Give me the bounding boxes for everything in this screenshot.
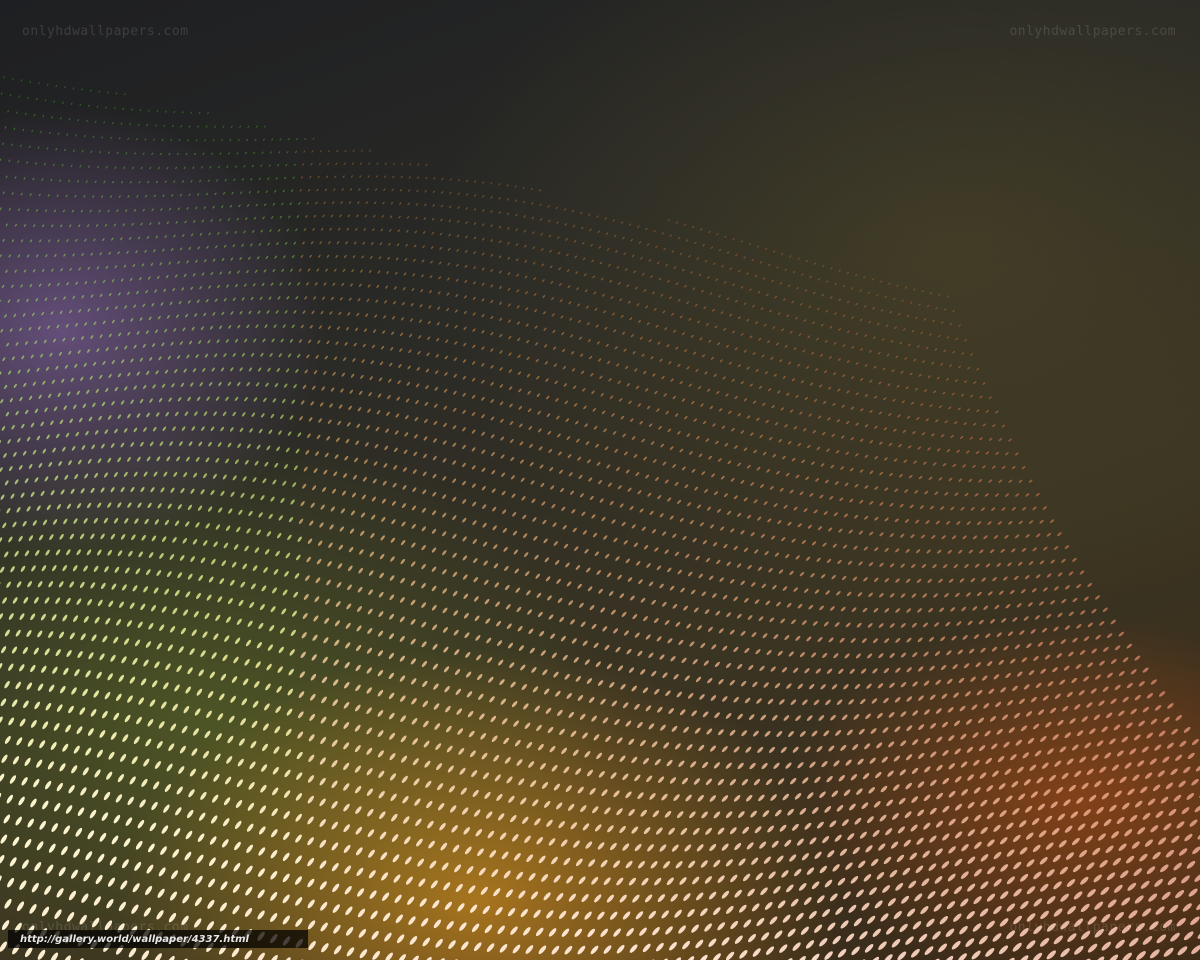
- source-url-banner: http://gallery.world/wallpaper/4337.html: [8, 930, 308, 948]
- source-url-text: http://gallery.world/wallpaper/4337.html: [20, 933, 249, 945]
- watermark-bottom-right: onlyhdwallpapers.com: [1009, 920, 1176, 935]
- watermark-top-left: onlyhdwallpapers.com: [22, 24, 189, 39]
- wavy-dot-mesh: [0, 76, 1200, 960]
- wallpaper-background: onlyhdwallpapers.com onlyhdwallpapers.co…: [0, 0, 1200, 960]
- watermark-top-right: onlyhdwallpapers.com: [1009, 24, 1176, 39]
